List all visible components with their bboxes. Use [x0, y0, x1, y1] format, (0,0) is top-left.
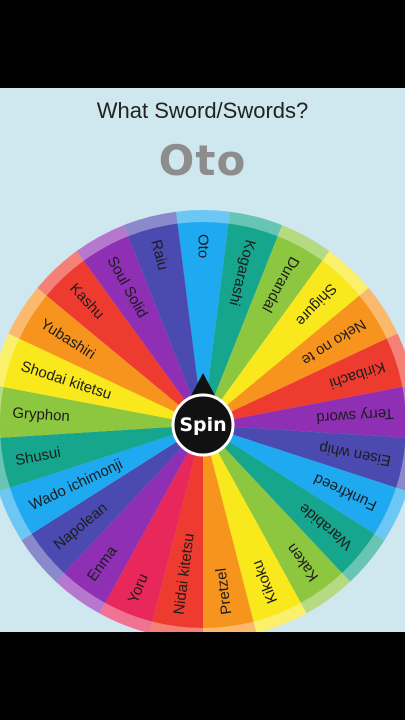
spin-wheel[interactable]: Oto Kogarashi Durandal Shigure Neko no te Kir…: [0, 0, 405, 720]
bottom-letterbox: [0, 632, 405, 720]
wheel-segment-label: Oto: [195, 234, 212, 258]
wheel-segment-label: Gryphon: [12, 405, 71, 426]
spin-button-label[interactable]: Spin: [179, 414, 226, 436]
